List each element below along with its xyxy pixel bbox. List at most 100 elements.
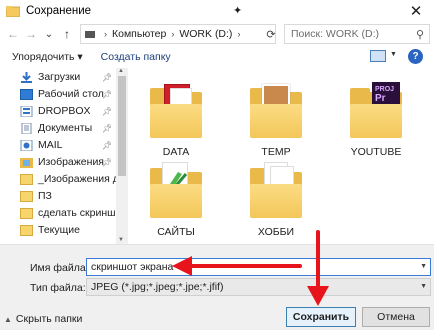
folder-icon — [20, 224, 33, 236]
folder-label: TEMP — [261, 146, 291, 158]
folder-photo-icon — [248, 80, 304, 142]
scroll-up-icon[interactable]: ▲ — [118, 68, 124, 74]
documents-icon — [20, 122, 33, 134]
window-title: Сохранение — [26, 5, 92, 17]
help-icon[interactable]: ? — [408, 49, 423, 64]
filename-value: скриншот экрана — [91, 261, 174, 273]
chevron-down-icon[interactable]: ▼ — [390, 51, 397, 58]
breadcrumb-computer[interactable]: Компьютер — [112, 28, 166, 40]
pin-icon: 📌︎ — [102, 157, 113, 167]
scroll-down-icon[interactable]: ▼ — [118, 237, 124, 243]
sidebar-item-label: Загрузки — [38, 71, 81, 83]
back-button[interactable]: ← — [4, 24, 22, 44]
folder-label: DATA — [162, 146, 190, 158]
sidebar-item-label: ПЗ — [38, 190, 52, 202]
sidebar-item-pictures[interactable]: Изображения 📌︎ — [0, 154, 116, 170]
mail-icon — [20, 139, 33, 151]
pin-icon: 📌︎ — [102, 123, 113, 133]
folder-item-temp[interactable]: TEMP — [236, 80, 316, 164]
premiere-logo-text: Pr — [375, 93, 386, 104]
navigation-bar: ← → ⌄ ↑ › Компьютер › WORK (D:) › ⟳ Поис… — [0, 22, 434, 46]
address-bar[interactable]: › Компьютер › WORK (D:) › — [80, 24, 276, 44]
chevron-down-icon[interactable]: ▼ — [420, 283, 427, 290]
folder-label: YOUTUBE — [350, 146, 402, 158]
pin-icon: ✦ — [233, 5, 243, 17]
file-list: DATA TEMP PROJ Pr YOUTUBE САЙТЫ ХОББИ — [128, 68, 434, 244]
pictures-icon — [20, 157, 33, 168]
recent-locations-button[interactable]: ⌄ — [40, 24, 58, 44]
sidebar-item-current[interactable]: Текущие — [0, 222, 116, 238]
up-button[interactable]: ↑ — [58, 24, 76, 44]
folder-premiere-icon: PROJ Pr — [348, 80, 404, 142]
pin-icon: 📌︎ — [102, 140, 113, 150]
command-toolbar: Упорядочить ▾ Создать папку ▼ ? — [0, 46, 434, 68]
hide-folders-label: Скрыть папки — [15, 313, 83, 325]
folder-label: САЙТЫ — [157, 226, 195, 238]
folder-paint-icon — [148, 160, 204, 222]
premiere-badge-text: PROJ — [375, 86, 395, 93]
pin-icon: 📌︎ — [102, 72, 113, 82]
sidebar-item-images-folder[interactable]: _Изображения для — [0, 171, 116, 187]
filetype-value: JPEG (*.jpg;*.jpeg;*.jpe;*.jfif) — [91, 281, 224, 293]
sidebar-item-label: Рабочий стол — [38, 88, 104, 100]
sidebar-item-label: Изображения — [38, 156, 104, 168]
sidebar-item-label: DROPBOX — [38, 105, 91, 117]
folder-item-hobby[interactable]: ХОББИ — [236, 160, 316, 244]
sidebar-item-screenshot[interactable]: сделать скриншот — [0, 205, 116, 221]
filename-input[interactable]: скриншот экрана ▼ — [86, 258, 431, 276]
save-form: Имя файла: скриншот экрана ▼ Тип файла: … — [0, 244, 434, 330]
cancel-button[interactable]: Отмена — [362, 307, 430, 327]
chevron-up-icon: ▲ — [4, 314, 12, 324]
refresh-icon[interactable]: ⟳ — [263, 24, 279, 44]
search-placeholder: Поиск: WORK (D:) — [291, 28, 380, 40]
breadcrumb-drive[interactable]: WORK (D:) — [179, 28, 232, 40]
folder-item-youtube[interactable]: PROJ Pr YOUTUBE — [336, 80, 416, 164]
new-folder-button[interactable]: Создать папку — [95, 51, 177, 63]
sidebar-item-label: Документы — [38, 122, 93, 134]
folder-item-sites[interactable]: САЙТЫ — [136, 160, 216, 244]
folder-pdf-icon — [148, 80, 204, 142]
save-button[interactable]: Сохранить — [286, 307, 356, 327]
download-icon — [20, 71, 33, 83]
dropbox-icon — [20, 105, 33, 117]
forward-button[interactable]: → — [22, 24, 40, 44]
breadcrumb-separator: › — [171, 29, 175, 39]
hide-folders-toggle[interactable]: ▲ Скрыть папки — [4, 313, 82, 325]
folder-label: ХОББИ — [257, 226, 295, 238]
breadcrumb-separator: › — [104, 29, 107, 39]
search-input[interactable]: Поиск: WORK (D:) ⚲ — [284, 24, 430, 44]
sidebar-item-label: MAIL — [38, 139, 63, 151]
organize-button[interactable]: Упорядочить ▾ — [6, 51, 89, 63]
pin-icon: 📌︎ — [102, 89, 113, 99]
filetype-select[interactable]: JPEG (*.jpg;*.jpeg;*.jpe;*.jfif) ▼ — [86, 278, 431, 296]
folder-icon — [20, 173, 33, 185]
folder-icon — [20, 207, 33, 219]
sidebar-scrollbar[interactable]: ▲ ▼ — [116, 68, 128, 244]
folder-docs-icon — [248, 160, 304, 222]
folder-icon — [20, 190, 33, 202]
desktop-icon — [20, 88, 33, 100]
pin-icon: 📌︎ — [102, 106, 113, 116]
sidebar-item-label: сделать скриншот — [38, 207, 116, 219]
sidebar-item-mail[interactable]: MAIL 📌︎ — [0, 137, 116, 153]
computer-icon — [85, 30, 95, 38]
chevron-down-icon[interactable]: ▼ — [420, 263, 427, 270]
breadcrumb-separator: › — [237, 29, 241, 39]
sidebar-item-label: Текущие — [38, 224, 80, 236]
search-icon: ⚲ — [415, 29, 424, 41]
scrollbar-thumb[interactable] — [118, 76, 126, 176]
view-icon[interactable] — [370, 50, 386, 62]
close-button[interactable]: ✕ — [398, 0, 434, 22]
sidebar-item-documents[interactable]: Документы 📌︎ — [0, 120, 116, 136]
filename-label: Имя файла: — [30, 262, 89, 274]
sidebar-item-label: _Изображения для — [38, 173, 116, 185]
title-bar: Сохранение ✦ ✕ — [0, 0, 434, 22]
sidebar-item-dropbox[interactable]: DROPBOX 📌︎ — [0, 103, 116, 119]
navigation-pane: Загрузки 📌︎ Рабочий стол 📌︎ DROPBOX 📌︎ Д… — [0, 68, 116, 244]
filetype-label: Тип файла: — [30, 282, 86, 294]
save-dialog-icon — [5, 5, 21, 17]
folder-item-data[interactable]: DATA — [136, 80, 216, 164]
sidebar-item-downloads[interactable]: Загрузки 📌︎ — [0, 69, 116, 85]
sidebar-item-desktop[interactable]: Рабочий стол 📌︎ — [0, 86, 116, 102]
sidebar-item-pz[interactable]: ПЗ — [0, 188, 116, 204]
